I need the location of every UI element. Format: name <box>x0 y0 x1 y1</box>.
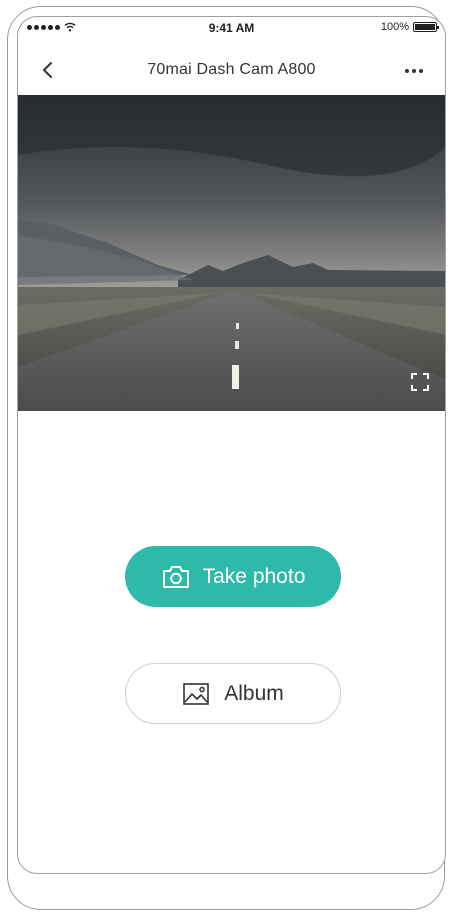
fullscreen-icon <box>411 373 429 391</box>
battery-percent: 100% <box>380 21 409 33</box>
album-button[interactable]: Album <box>125 663 341 724</box>
status-bar: 9:41 AM 100% <box>18 17 445 39</box>
battery-icon <box>413 22 439 32</box>
page-title: 70mai Dash Cam A800 <box>147 61 316 78</box>
fullscreen-button[interactable] <box>409 371 431 393</box>
more-button[interactable] <box>401 61 427 81</box>
take-photo-label: Take photo <box>202 564 306 588</box>
navigation-bar: 70mai Dash Cam A800 <box>18 47 445 95</box>
live-video-preview[interactable] <box>18 95 445 411</box>
take-photo-button[interactable]: Take photo <box>125 546 341 607</box>
more-dots-icon <box>405 69 409 73</box>
image-icon <box>183 682 210 705</box>
road-preview-image <box>18 95 445 411</box>
camera-icon <box>162 565 189 588</box>
battery-status: 100% <box>380 21 439 33</box>
album-label: Album <box>224 681 284 705</box>
app-screen: 9:41 AM 100% 70mai Dash Cam A800 Take ph… <box>17 16 446 874</box>
